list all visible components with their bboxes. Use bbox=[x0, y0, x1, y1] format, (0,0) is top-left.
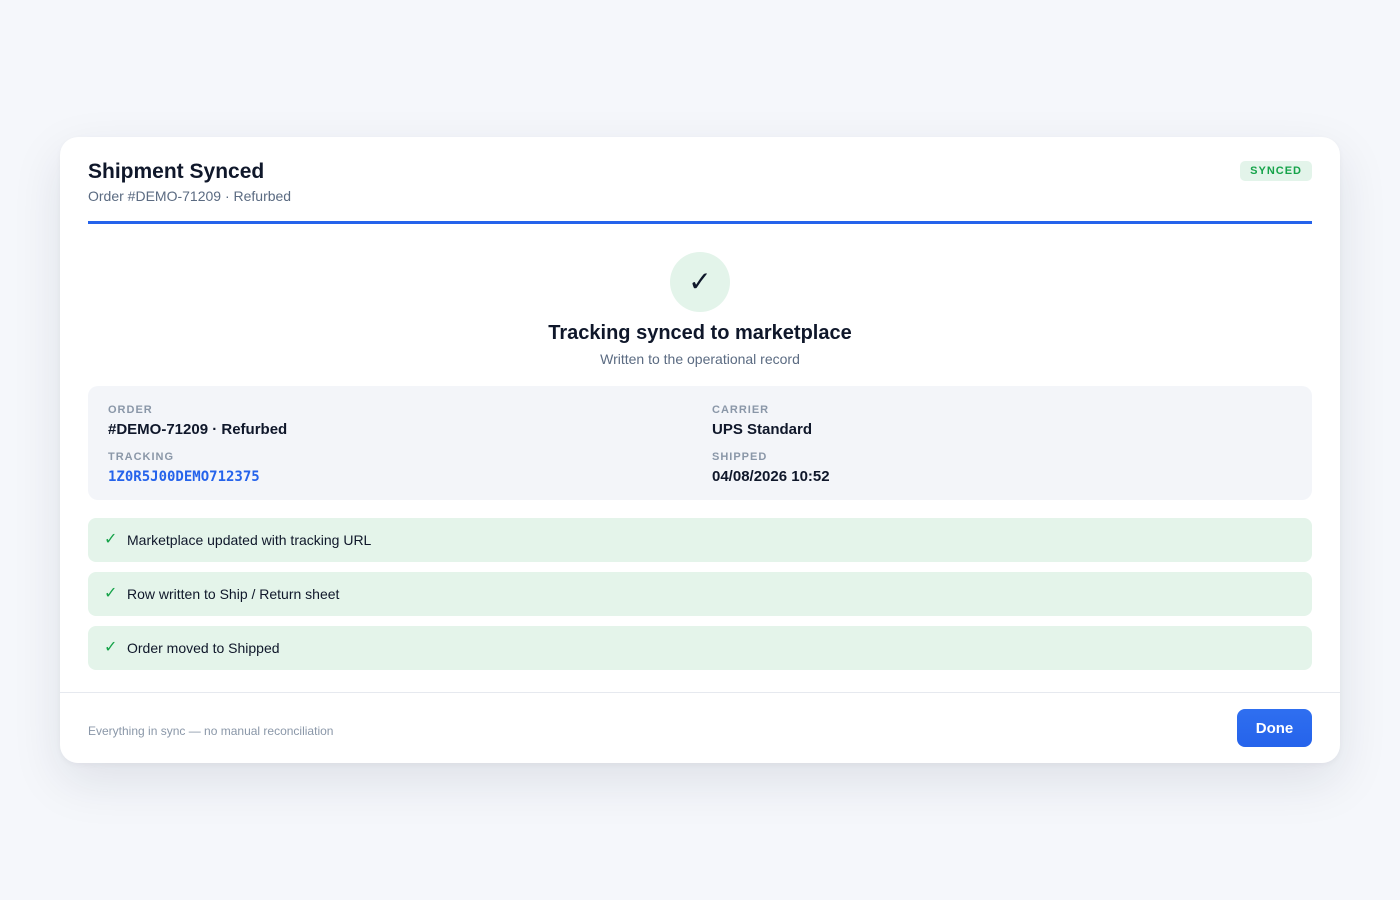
shipped-value: 04/08/2026 10:52 bbox=[712, 468, 830, 485]
dialog-title: Shipment Synced bbox=[88, 160, 265, 183]
done-button[interactable]: Done bbox=[1237, 709, 1312, 747]
sync-steps-list: ✓ Marketplace updated with tracking URL … bbox=[88, 518, 1312, 680]
hero-title: Tracking synced to marketplace bbox=[548, 322, 852, 344]
dialog-footer: Everything in sync — no manual reconcili… bbox=[60, 692, 1340, 764]
step-text: Marketplace updated with tracking URL bbox=[127, 532, 372, 548]
list-item: ✓ Marketplace updated with tracking URL bbox=[88, 518, 1312, 562]
shipment-details-panel: ORDER #DEMO-71209 · Refurbed CARRIER UPS… bbox=[88, 386, 1312, 500]
tracking-number[interactable]: 1Z0R5J00DEMO712375 bbox=[108, 468, 260, 486]
check-icon: ✓ bbox=[670, 252, 730, 312]
footer-note: Everything in sync — no manual reconcili… bbox=[88, 724, 334, 738]
order-value: #DEMO-71209 · Refurbed bbox=[108, 421, 288, 438]
step-text: Row written to Ship / Return sheet bbox=[127, 586, 340, 602]
order-label: ORDER bbox=[108, 404, 153, 416]
list-item: ✓ Order moved to Shipped bbox=[88, 626, 1312, 670]
shipment-synced-dialog: Shipment Synced Order #DEMO-71209 · Refu… bbox=[60, 137, 1340, 763]
carrier-field: CARRIER UPS Standard bbox=[712, 403, 812, 439]
shipped-field: SHIPPED 04/08/2026 10:52 bbox=[712, 450, 830, 486]
tracking-label: TRACKING bbox=[108, 451, 175, 463]
check-icon: ✓ bbox=[104, 529, 118, 548]
dialog-subtitle: Order #DEMO-71209 · Refurbed bbox=[88, 188, 292, 204]
dialog-header: Shipment Synced Order #DEMO-71209 · Refu… bbox=[88, 159, 1312, 224]
order-field: ORDER #DEMO-71209 · Refurbed bbox=[108, 403, 287, 439]
list-item: ✓ Row written to Ship / Return sheet bbox=[88, 572, 1312, 616]
hero-subtitle: Written to the operational record bbox=[600, 351, 800, 367]
check-icon: ✓ bbox=[104, 637, 118, 656]
check-icon: ✓ bbox=[104, 583, 118, 602]
shipped-label: SHIPPED bbox=[712, 451, 768, 463]
step-text: Order moved to Shipped bbox=[127, 640, 280, 656]
status-badge: SYNCED bbox=[1240, 161, 1312, 181]
carrier-label: CARRIER bbox=[712, 404, 770, 416]
tracking-field: TRACKING 1Z0R5J00DEMO712375 bbox=[108, 450, 260, 486]
carrier-value: UPS Standard bbox=[712, 421, 813, 438]
